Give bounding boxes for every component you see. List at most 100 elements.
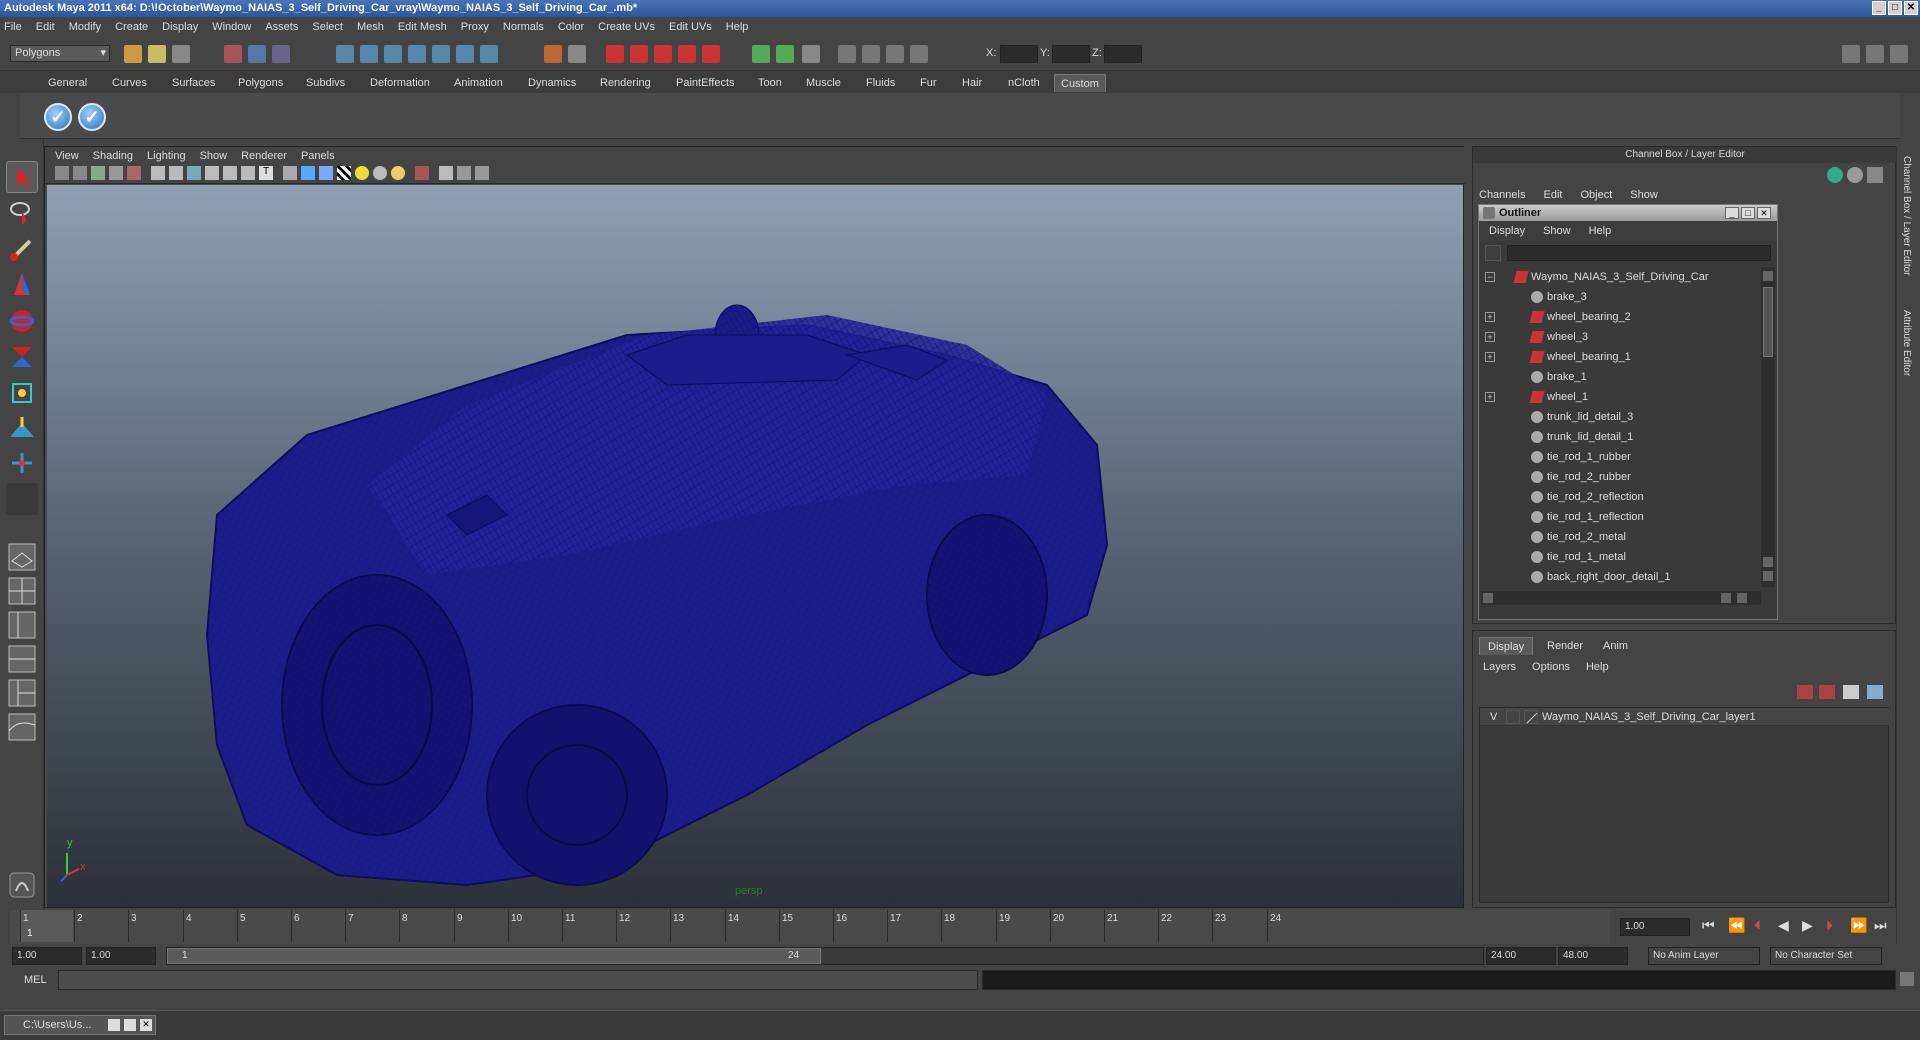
lasso-tool-icon[interactable] — [6, 197, 38, 229]
menu-edit[interactable]: Edit — [36, 21, 55, 33]
select-tool-icon[interactable] — [6, 161, 38, 193]
viewport-menu-renderer[interactable]: Renderer — [241, 150, 287, 162]
shelf-tab-muscle[interactable]: Muscle — [800, 74, 847, 92]
soft-mod-tool-icon[interactable] — [6, 413, 38, 445]
play-backwards-icon[interactable]: ◀ — [1778, 917, 1789, 934]
outliner-item[interactable]: tie_rod_1_rubber — [1481, 447, 1761, 467]
shelf-tab-deformation[interactable]: Deformation — [364, 74, 436, 92]
viewport-menu-show[interactable]: Show — [200, 150, 228, 162]
outliner-item[interactable]: trunk_lid_detail_1 — [1481, 427, 1761, 447]
channels-menu[interactable]: Channels — [1479, 189, 1525, 203]
render-settings-icon[interactable] — [654, 45, 672, 63]
menu-display[interactable]: Display — [162, 21, 198, 33]
menu-window[interactable]: Window — [212, 21, 251, 33]
menu-create[interactable]: Create — [115, 21, 148, 33]
isolate-select-icon[interactable] — [415, 166, 429, 180]
wireframe-icon[interactable] — [283, 166, 297, 180]
layer-help-menu[interactable]: Help — [1586, 661, 1609, 677]
side-tab-channel-box[interactable]: Channel Box / Layer Editor — [1901, 156, 1912, 276]
outliner-item[interactable]: tie_rod_1_reflection — [1481, 507, 1761, 527]
snap-plane-icon[interactable] — [408, 45, 426, 63]
shelf-tab-ncloth[interactable]: nCloth — [1002, 74, 1046, 92]
outliner-item[interactable]: back_right_door_detail_1 — [1481, 567, 1761, 587]
minimize-icon[interactable]: _ — [1872, 1, 1886, 15]
x-field[interactable] — [1000, 45, 1038, 63]
select-camera-icon[interactable] — [55, 166, 69, 180]
attribute-editor-toggle-icon[interactable] — [1842, 45, 1860, 63]
field-chart-icon[interactable] — [223, 166, 237, 180]
layout-more-icon[interactable] — [6, 747, 38, 763]
viewport-menu-panels[interactable]: Panels — [301, 150, 335, 162]
wireframe-on-shaded-icon[interactable] — [319, 166, 333, 180]
perspective-scene[interactable]: y x persp — [47, 185, 1463, 907]
scroll-down-icon[interactable] — [1763, 571, 1773, 581]
scroll-up-icon[interactable] — [1763, 557, 1773, 567]
grease-pencil-icon[interactable] — [127, 166, 141, 180]
outliner-item[interactable]: brake_3 — [1481, 287, 1761, 307]
outliner-item[interactable]: + wheel_bearing_1 — [1481, 347, 1761, 367]
safe-action-icon[interactable] — [241, 166, 255, 180]
all-lights-icon[interactable] — [373, 166, 387, 180]
film-gate-icon[interactable] — [169, 166, 183, 180]
outliner-menu-show[interactable]: Show — [1543, 225, 1571, 237]
default-lighting-icon[interactable] — [355, 166, 369, 180]
layer-tab-display[interactable]: Display — [1479, 637, 1534, 655]
menu-edit-uvs[interactable]: Edit UVs — [669, 21, 712, 33]
absolute-transform-icon[interactable] — [838, 45, 856, 63]
help-query-icon[interactable] — [480, 45, 498, 63]
layout-four-view-icon[interactable] — [6, 575, 38, 607]
layers-menu[interactable]: Layers — [1483, 661, 1516, 677]
xray-components-icon[interactable] — [475, 166, 489, 180]
character-set-dropdown[interactable]: No Character Set — [1770, 947, 1882, 965]
outliner-horizontal-scrollbar[interactable] — [1481, 591, 1761, 605]
side-tab-attribute-editor[interactable]: Attribute Editor — [1901, 310, 1912, 376]
tool-settings-toggle-icon[interactable] — [1866, 45, 1884, 63]
playback-end-field[interactable]: 24.00 — [1486, 947, 1556, 965]
scroll-left-icon[interactable] — [1483, 593, 1493, 603]
hypershade-icon[interactable] — [678, 45, 696, 63]
time-slider[interactable]: 1 1 2 3 4 5 6 7 8 9 10 11 12 13 14 15 16 17 18 19 20 21 22 23 24 — [10, 910, 1610, 944]
render-view-icon[interactable] — [702, 45, 720, 63]
numeric-input-icon[interactable] — [910, 45, 928, 63]
scale-tool-icon[interactable] — [6, 341, 38, 373]
viewport-menu-lighting[interactable]: Lighting — [147, 150, 186, 162]
magnet-icon[interactable] — [544, 45, 562, 63]
shelf-tab-general[interactable]: General — [42, 74, 93, 92]
expand-icon[interactable]: + — [1485, 332, 1495, 342]
current-time-field[interactable]: 1.00 — [1620, 918, 1690, 936]
outliner-item[interactable]: tie_rod_2_rubber — [1481, 467, 1761, 487]
history-icon[interactable] — [456, 45, 474, 63]
outliner-item[interactable]: + wheel_3 — [1481, 327, 1761, 347]
outliner-filter-field[interactable] — [1507, 245, 1771, 261]
shelf-tab-subdivs[interactable]: Subdivs — [300, 74, 351, 92]
move-tool-icon[interactable] — [6, 269, 38, 301]
last-tool-icon[interactable] — [6, 483, 38, 515]
step-forward-icon[interactable]: ⏩ — [1850, 917, 1867, 934]
shelf-tab-dynamics[interactable]: Dynamics — [522, 74, 582, 92]
textured-icon[interactable] — [337, 166, 351, 180]
z-field[interactable] — [1104, 45, 1142, 63]
move-layer-down-icon[interactable] — [1819, 685, 1835, 699]
layout-graph-editor-icon[interactable] — [6, 711, 38, 743]
paint-select-tool-icon[interactable] — [6, 233, 38, 265]
outliner-item[interactable]: brake_1 — [1481, 367, 1761, 387]
outliner-filter-icon[interactable] — [1485, 245, 1501, 261]
viewport-menu-view[interactable]: View — [55, 150, 79, 162]
layer-mode-icon[interactable] — [1867, 167, 1883, 183]
viewport-menu-shading[interactable]: Shading — [93, 150, 133, 162]
outliner-close-icon[interactable]: ✕ — [1757, 207, 1771, 219]
render-frame-icon[interactable] — [606, 45, 624, 63]
layout-persp-outliner-icon[interactable] — [6, 609, 38, 641]
select-component-icon[interactable] — [272, 45, 290, 63]
outliner-item[interactable]: trunk_lid_detail_3 — [1481, 407, 1761, 427]
layer-tab-anim[interactable]: Anim — [1595, 637, 1636, 655]
y-field[interactable] — [1052, 45, 1090, 63]
bookmark-icon[interactable] — [91, 166, 105, 180]
layer-row[interactable]: V Waymo_NAIAS_3_Self_Driving_Car_layer1 — [1480, 708, 1890, 726]
script-editor-icon[interactable] — [6, 869, 38, 901]
smooth-shade-icon[interactable] — [301, 166, 315, 180]
resolution-gate-icon[interactable] — [187, 166, 201, 180]
menu-color[interactable]: Color — [558, 21, 584, 33]
shelf-tab-curves[interactable]: Curves — [106, 74, 153, 92]
show-manipulator-icon[interactable] — [6, 447, 38, 479]
